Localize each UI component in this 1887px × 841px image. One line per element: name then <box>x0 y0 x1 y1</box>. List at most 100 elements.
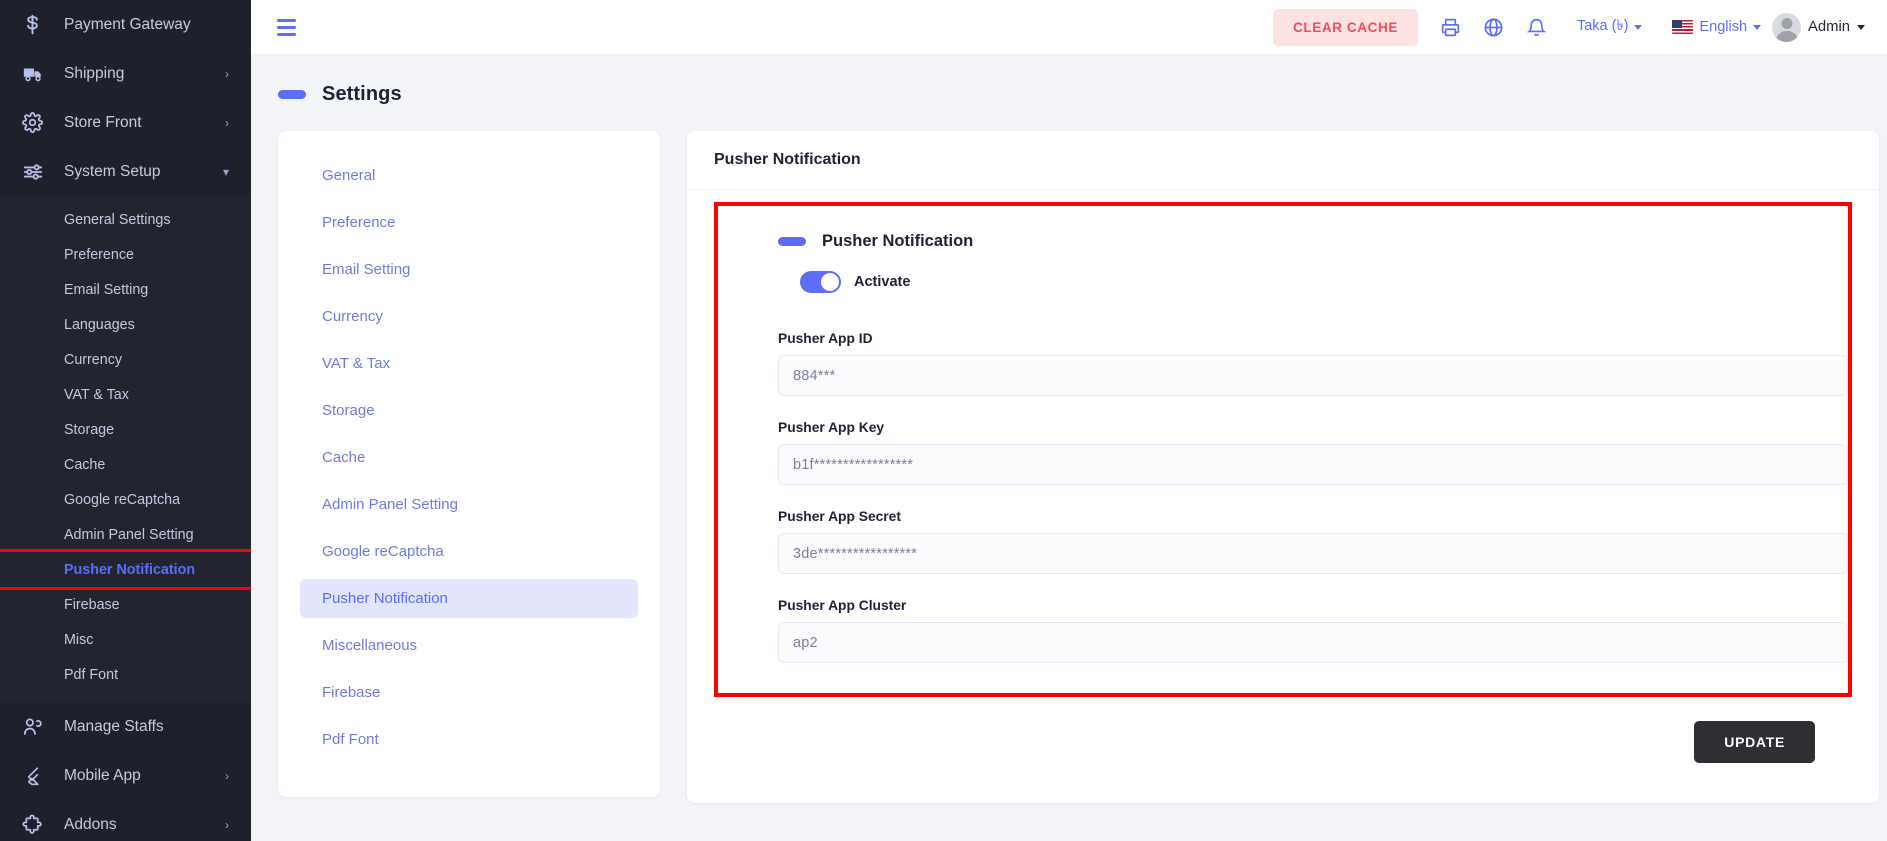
sidebar-item-manage-staffs[interactable]: Manage Staffs <box>0 702 251 751</box>
sidebar-subitem-languages[interactable]: Languages <box>0 307 251 342</box>
sidebar-subitem-firebase[interactable]: Firebase <box>0 587 251 622</box>
sidebar-item-store-front[interactable]: Store Front › <box>0 98 251 147</box>
topbar: CLEAR CACHE Taka (৳) English Admin <box>251 0 1887 55</box>
sidebar-item-label: System Setup <box>64 162 161 180</box>
chevron-right-icon: › <box>225 115 229 130</box>
sidebar-item-mobile-app[interactable]: Mobile App › <box>0 751 251 800</box>
sidebar-subitem-label: VAT & Tax <box>64 386 129 403</box>
sidebar-subitem-label: Misc <box>64 631 94 648</box>
tab-label: Miscellaneous <box>322 637 418 654</box>
tab-label: Preference <box>322 214 396 231</box>
tab-label: VAT & Tax <box>322 355 391 372</box>
field-label: Pusher App ID <box>778 331 873 346</box>
sidebar-subitem-admin-panel-setting[interactable]: Admin Panel Setting <box>0 517 251 552</box>
sidebar-subitem-label: Storage <box>64 421 115 438</box>
hamburger-bar <box>277 32 296 36</box>
sidebar-subitem-storage[interactable]: Storage <box>0 412 251 447</box>
chevron-down-icon <box>1634 24 1643 30</box>
tab-label: Storage <box>322 402 375 419</box>
tab-label: Firebase <box>322 684 381 701</box>
tab-preference[interactable]: Preference <box>300 203 638 242</box>
tab-google-recaptcha[interactable]: Google reCaptcha <box>300 532 638 571</box>
sidebar-subitem-email-setting[interactable]: Email Setting <box>0 272 251 307</box>
sidebar-subitem-preference[interactable]: Preference <box>0 237 251 272</box>
sidebar-subitem-label: Firebase <box>64 596 120 613</box>
printer-icon[interactable] <box>1440 17 1461 38</box>
sidebar-item-label: Payment Gateway <box>64 15 191 33</box>
tab-miscellaneous[interactable]: Miscellaneous <box>300 626 638 665</box>
sidebar-subitem-label: Google reCaptcha <box>64 491 181 508</box>
sidebar-subitem-pdf-font[interactable]: Pdf Font <box>0 657 251 692</box>
tab-label: Currency <box>322 308 383 325</box>
sidebar-subitem-label: General Settings <box>64 211 171 228</box>
tab-label: Admin Panel Setting <box>322 496 458 513</box>
pusher-app-key-input[interactable]: b1f***************** <box>778 444 1848 485</box>
sidebar-item-label: Store Front <box>64 113 142 131</box>
activate-toggle[interactable] <box>800 271 841 293</box>
sidebar-item-addons[interactable]: Addons › <box>0 800 251 841</box>
field-pusher-app-key: Pusher App Key b1f***************** <box>718 420 1848 485</box>
chevron-down-icon <box>1857 24 1865 30</box>
user-menu[interactable]: Admin <box>1772 12 1865 42</box>
sidebar-subitem-label: Email Setting <box>64 281 149 298</box>
language-label: English <box>1699 19 1748 35</box>
avatar <box>1772 12 1802 42</box>
pusher-app-secret-input[interactable]: 3de***************** <box>778 533 1848 574</box>
tab-label: Pusher Notification <box>322 590 448 607</box>
sidebar-subitem-vat-tax[interactable]: VAT & Tax <box>0 377 251 412</box>
currency-label: Taka (৳) <box>1576 18 1629 34</box>
section-header: Pusher Notification <box>718 232 1848 251</box>
chevron-right-icon: › <box>225 817 229 832</box>
pusher-app-cluster-input[interactable]: ap2 <box>778 622 1848 663</box>
sidebar-subitem-currency[interactable]: Currency <box>0 342 251 377</box>
tab-vat-tax[interactable]: VAT & Tax <box>300 344 638 383</box>
sidebar-subitem-general-settings[interactable]: General Settings <box>0 202 251 237</box>
tab-general[interactable]: General <box>300 156 638 195</box>
sidebar-subitem-label: Admin Panel Setting <box>64 526 194 543</box>
tab-label: Pdf Font <box>322 731 379 748</box>
tab-currency[interactable]: Currency <box>300 297 638 336</box>
tab-label: Email Setting <box>322 261 411 278</box>
tab-pdf-font[interactable]: Pdf Font <box>300 720 638 759</box>
sidebar-subitem-cache[interactable]: Cache <box>0 447 251 482</box>
main-content: Settings General Preference Email Settin… <box>251 55 1887 841</box>
pusher-notification-card: Pusher Notification Pusher Notification … <box>687 131 1879 803</box>
tab-storage[interactable]: Storage <box>300 391 638 430</box>
sidebar-item-payment-gateway[interactable]: Payment Gateway <box>0 0 251 49</box>
sidebar: Payment Gateway Shipping › Store Front ›… <box>0 0 251 841</box>
sidebar-subitem-pusher-notification[interactable]: Pusher Notification <box>0 549 251 590</box>
tab-admin-panel-setting[interactable]: Admin Panel Setting <box>300 485 638 524</box>
people-icon <box>22 716 52 737</box>
cards-row: General Preference Email Setting Currenc… <box>278 131 1879 803</box>
tab-label: Cache <box>322 449 366 466</box>
pusher-app-id-input[interactable]: 884*** <box>778 355 1848 396</box>
update-row: UPDATE <box>714 697 1852 763</box>
currency-selector[interactable]: Taka (৳) <box>1577 15 1643 39</box>
clear-cache-button[interactable]: CLEAR CACHE <box>1273 8 1418 46</box>
bell-icon[interactable] <box>1526 17 1547 38</box>
globe-icon[interactable] <box>1483 17 1504 38</box>
sidebar-subitem-google-recaptcha[interactable]: Google reCaptcha <box>0 482 251 517</box>
gear-icon <box>22 112 52 133</box>
sidebar-item-shipping[interactable]: Shipping › <box>0 49 251 98</box>
tab-firebase[interactable]: Firebase <box>300 673 638 712</box>
sidebar-item-system-setup[interactable]: System Setup ▾ <box>0 147 251 196</box>
tab-pusher-notification[interactable]: Pusher Notification <box>300 579 638 618</box>
sidebar-subitem-misc[interactable]: Misc <box>0 622 251 657</box>
language-selector[interactable]: English <box>1672 19 1762 35</box>
sidebar-item-label: Shipping <box>64 64 125 82</box>
section-title: Pusher Notification <box>822 232 974 250</box>
sidebar-item-label: Mobile App <box>64 766 141 784</box>
tab-email-setting[interactable]: Email Setting <box>300 250 638 289</box>
tab-label: General <box>322 167 376 184</box>
title-dash-icon <box>278 90 306 99</box>
tab-cache[interactable]: Cache <box>300 438 638 477</box>
page-header: Settings <box>278 83 1860 106</box>
hamburger-icon[interactable] <box>273 15 300 40</box>
form-body: Pusher Notification Activate Pusher App … <box>687 202 1879 803</box>
update-button[interactable]: UPDATE <box>1694 721 1815 763</box>
sidebar-subitem-label: Pdf Font <box>64 666 119 683</box>
field-label: Pusher App Key <box>778 420 885 435</box>
activate-label: Activate <box>854 274 911 290</box>
hamburger-bar <box>277 25 296 29</box>
